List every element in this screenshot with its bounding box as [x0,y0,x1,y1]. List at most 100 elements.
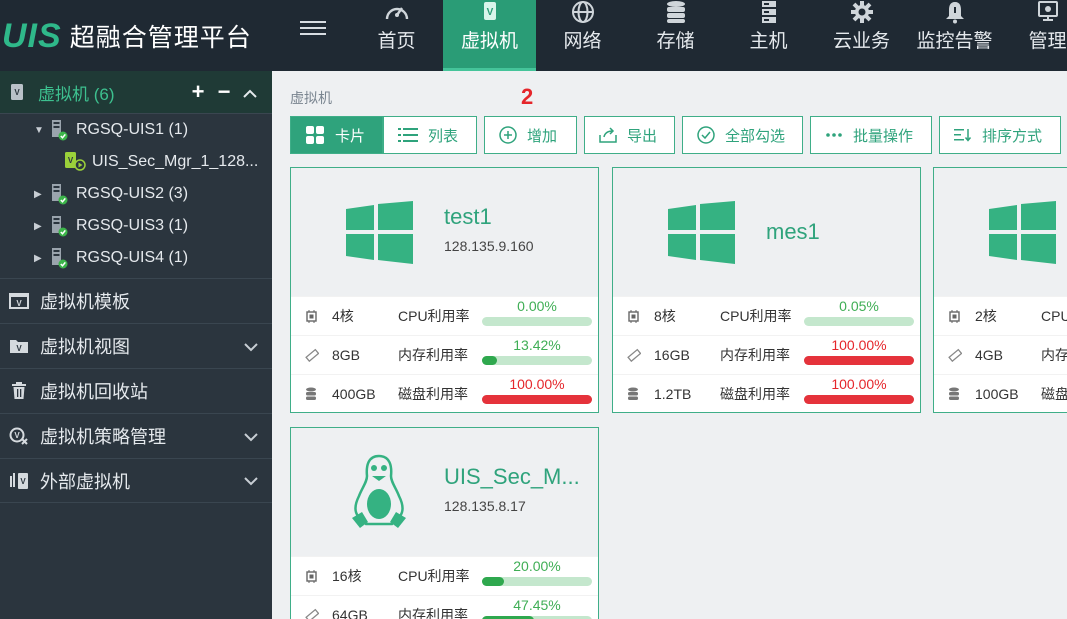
memory-usage-fill [482,355,497,365]
sidebar-item-label: 虚拟机模板 [40,292,130,312]
list-view-button[interactable]: 列表 [383,116,477,154]
caret-down-icon[interactable]: ▼ [34,125,44,136]
disk-usage-bar: 100.00% [482,376,592,404]
cpu-stat-row: 16核 CPU利用率 20.00% [291,556,598,595]
nav-cloud[interactable]: 云业务 [815,0,908,71]
sidebar-header-label: 虚拟机 (6) [38,84,115,104]
caret-right-icon[interactable]: ▶ [34,189,44,200]
tree-host-uis2[interactable]: ▶ RGSQ-UIS2 (3) [0,178,272,210]
breadcrumb: 虚拟机 [290,90,332,106]
remove-icon[interactable]: − [214,79,234,105]
cpu-icon [627,309,641,323]
chevron-up-icon[interactable] [240,79,260,105]
sidebar-item-vm-recycle[interactable]: 虚拟机回收站 [0,368,272,413]
vm-name[interactable]: UIS_Sec_M... [444,464,594,490]
sidebar-item-external-vm[interactable]: V 外部虚拟机 [0,458,272,503]
vm-card-test1[interactable]: test1 128.135.9.160 4核 CPU利用率 0.00% 8GB … [290,167,599,413]
vm-card-header [934,168,1067,296]
cpu-cores: 8核 [654,308,676,324]
nav-home[interactable]: 首页 [350,0,443,71]
menu-toggle-icon[interactable] [300,17,326,39]
disk-size: 400GB [332,386,376,402]
bell-icon [908,0,1001,30]
tree-host-label: RGSQ-UIS4 (1) [76,249,189,266]
memory-usage-bar: 47.45% [482,597,592,619]
cpu-usage-percent: 0.05% [839,297,879,314]
caret-right-icon[interactable]: ▶ [34,221,44,232]
disk-usage-label: 磁盘利用率 [720,386,790,402]
nav-network[interactable]: 网络 [536,0,629,71]
tree-vm-uis-sec-mgr[interactable]: V UIS_Sec_Mgr_1_128... [0,146,272,178]
sidebar-item-vm-policy[interactable]: V 虚拟机策略管理 [0,413,272,458]
memory-usage-fill [482,615,535,619]
tree-host-uis4[interactable]: ▶ RGSQ-UIS4 (1) [0,242,272,274]
cpu-cores: 16核 [332,568,362,584]
vm-icon: V [443,0,536,30]
vm-name[interactable]: mes1 [766,219,916,245]
vm-card-header: test1 128.135.9.160 [291,168,598,296]
external-vm-icon: V [8,471,30,491]
sidebar-item-vm-template[interactable]: V 虚拟机模板 [0,278,272,323]
nav-vm-label: 虚拟机 [460,31,518,52]
select-all-button[interactable]: 全部勾选 [682,116,803,154]
chevron-down-icon[interactable] [244,470,258,491]
card-view-button[interactable]: 卡片 [290,116,383,154]
svg-text:V: V [20,477,26,486]
sidebar-item-vm-view[interactable]: V 虚拟机视图 [0,323,272,368]
gear-icon [815,0,908,30]
trash-icon [8,381,30,401]
tree-host-label: RGSQ-UIS3 (1) [76,217,189,234]
nav-cloud-label: 云业务 [832,31,890,52]
chevron-down-icon[interactable] [244,336,258,357]
cpu-usage-label: CPU [1041,308,1067,324]
nav-storage[interactable]: 存储 [629,0,722,71]
disk-stat-row: 1.2TB 磁盘利用率 100.00% [613,374,920,412]
cpu-usage-label: CPU利用率 [398,308,470,324]
nav-vm[interactable]: V 虚拟机 [443,0,536,71]
disk-stat-row: 400GB 磁盘利用率 100.00% [291,374,598,412]
sidebar-item-label: 外部虚拟机 [40,471,130,492]
vm-name[interactable]: test1 [444,204,594,230]
memory-icon [305,608,319,619]
memory-size: 64GB [332,607,368,619]
server-icon [722,0,815,30]
nav-manage-label: 管理 [1028,31,1067,52]
disk-icon [948,387,962,401]
export-button[interactable]: 导出 [584,116,675,154]
nav-monitor[interactable]: 监控告警 [908,0,1001,71]
add-button[interactable]: 增加 [484,116,577,154]
caret-right-icon[interactable]: ▶ [34,253,44,264]
svg-text:V: V [486,7,493,18]
folder-view-icon: V [8,336,30,356]
app-title: 超融合管理平台 [69,23,252,52]
add-icon[interactable]: + [188,79,208,105]
memory-usage-label: 内存利用率 [398,607,468,619]
nav-manage[interactable]: 管理 [1001,0,1067,71]
chevron-down-icon[interactable] [244,426,258,447]
vm-running-icon: V [64,151,86,173]
annotation-2: 2 [521,84,534,109]
memory-stat-row: 64GB 内存利用率 47.45% [291,595,598,619]
host-ok-icon [50,247,68,269]
vm-card-mes1[interactable]: mes1 8核 CPU利用率 0.05% 16GB 内存利用率 100.00% … [612,167,921,413]
nav-host-label: 主机 [749,31,788,52]
dashboard-icon [350,0,443,30]
memory-usage-percent: 47.45% [513,596,561,613]
windows-icon [346,201,413,264]
tree-host-uis3[interactable]: ▶ RGSQ-UIS3 (1) [0,210,272,242]
nav-host[interactable]: 主机 [722,0,815,71]
nav-home-label: 首页 [377,31,416,52]
memory-size: 4GB [975,347,1004,363]
sidebar-header-vm[interactable]: V 虚拟机 (6) + − [0,71,272,114]
vm-card-partial[interactable]: 2核 CPU 4GB 内存 100GB 磁盘 [933,167,1067,413]
cpu-usage-bar: 20.00% [482,558,592,586]
tree-host-uis1[interactable]: ▼ RGSQ-UIS1 (1) [0,114,272,146]
memory-size: 8GB [332,347,361,363]
sidebar-header-actions: + − [188,79,260,105]
vm-card-uis-sec-mgr[interactable]: UIS_Sec_M... 128.135.8.17 16核 CPU利用率 20.… [290,427,599,619]
logo[interactable]: UIS 超融合管理平台 [0,0,252,71]
cpu-usage-fill [482,576,504,586]
vm-icon: V [11,84,23,100]
batch-operation-button[interactable]: 批量操作 [810,116,932,154]
sort-button[interactable]: 排序方式 [939,116,1061,154]
